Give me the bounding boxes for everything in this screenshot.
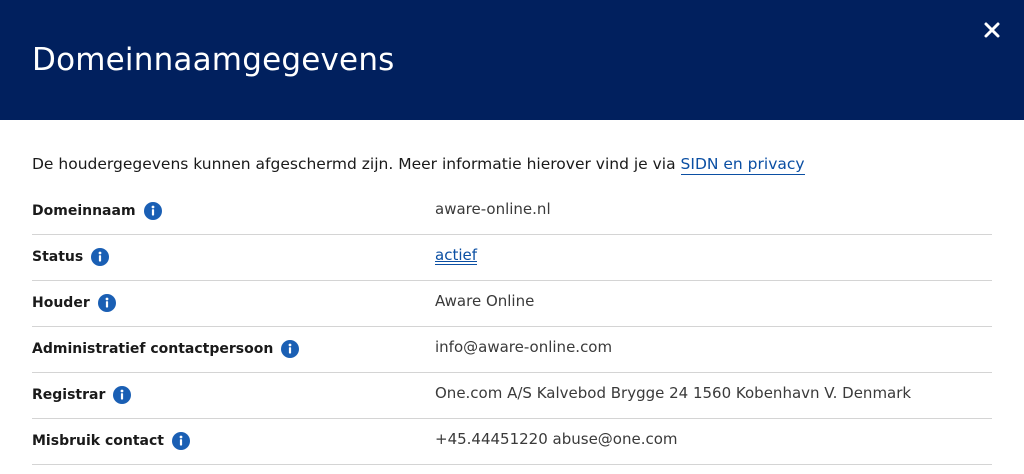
table-row: Misbruik contact +45.44451220 abuse@one.… — [32, 419, 992, 465]
row-value: One.com A/S Kalvebod Brygge 24 1560 Kobe… — [435, 384, 912, 402]
sidn-privacy-link[interactable]: SIDN en privacy — [680, 155, 805, 175]
row-label-text: Houder — [32, 295, 90, 311]
dialog-title: Domeinnaamgegevens — [32, 42, 395, 78]
row-value: Aware Online — [435, 292, 535, 310]
status-link[interactable]: actief — [435, 246, 477, 265]
info-icon[interactable] — [171, 432, 190, 450]
row-label-text: Misbruik contact — [32, 433, 164, 449]
row-label-text: Administratief contactpersoon — [32, 341, 274, 357]
row-label: Domeinnaam — [32, 202, 162, 220]
table-row: Domeinnaam aware-online.nl — [32, 189, 992, 235]
row-label: Administratief contactpersoon — [32, 340, 300, 358]
dialog-header: Domeinnaamgegevens — [0, 0, 1024, 120]
table-row: Registrar One.com A/S Kalvebod Brygge 24… — [32, 373, 992, 419]
close-icon — [984, 22, 1000, 38]
row-label: Misbruik contact — [32, 432, 190, 450]
dialog-content: De houdergegevens kunnen afgeschermd zij… — [0, 120, 1024, 465]
info-icon[interactable] — [97, 294, 116, 312]
close-button[interactable] — [980, 18, 1004, 42]
table-row: Houder Aware Online — [32, 281, 992, 327]
row-label: Houder — [32, 294, 116, 312]
row-value: aware-online.nl — [435, 200, 551, 218]
row-label-text: Status — [32, 249, 84, 265]
table-row: Status actief — [32, 235, 992, 281]
row-label-text: Registrar — [32, 387, 106, 403]
row-label: Status — [32, 248, 110, 266]
table-row: Administratief contactpersoon info@aware… — [32, 327, 992, 373]
row-value: info@aware-online.com — [435, 338, 613, 356]
row-value: +45.44451220 abuse@one.com — [435, 430, 678, 448]
intro-paragraph: De houdergegevens kunnen afgeschermd zij… — [32, 120, 992, 175]
info-icon[interactable] — [91, 248, 110, 266]
row-label-text: Domeinnaam — [32, 203, 136, 219]
info-icon[interactable] — [143, 202, 162, 220]
details-table: Domeinnaam aware-online.nl Status actief… — [32, 189, 992, 465]
intro-text: De houdergegevens kunnen afgeschermd zij… — [32, 155, 681, 173]
info-icon[interactable] — [281, 340, 300, 358]
row-label: Registrar — [32, 386, 132, 404]
info-icon[interactable] — [113, 386, 132, 404]
